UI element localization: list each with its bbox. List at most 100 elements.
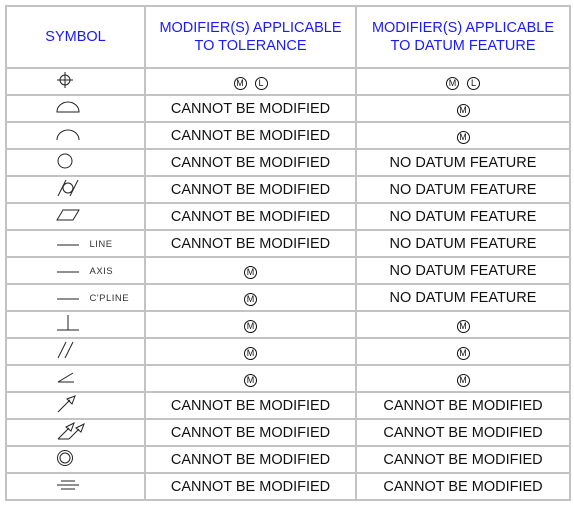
table-row: MM [5, 310, 571, 339]
symbol-cell [5, 121, 146, 150]
symmetry-icon [56, 478, 80, 492]
mmc-modifier-icon: M [244, 292, 257, 306]
profile-of-surface-icon [55, 100, 80, 114]
perpendicularity-icon [56, 314, 80, 332]
symbol-qualifier: AXIS [89, 266, 114, 277]
tolerance-cell: M [144, 283, 357, 312]
table-row: CANNOT BE MODIFIED M [5, 121, 571, 150]
symbol-cell [5, 202, 146, 231]
tolerance-text: CANNOT BE MODIFIED [170, 451, 331, 468]
symbol-cell [5, 418, 146, 447]
tolerance-modifiers: M [244, 265, 257, 279]
table-body: M L M L CANNOT BE MODIFIED M CANNOT BE MODIFIE… [5, 67, 571, 501]
datum-cell: M [355, 310, 571, 339]
tolerance-cell: CANNOT BE MODIFIED [144, 445, 357, 474]
tolerance-cell: CANNOT BE MODIFIED [144, 121, 357, 150]
tolerance-text: CANNOT BE MODIFIED [170, 181, 331, 198]
datum-cell: M [355, 337, 571, 366]
header-tolerance-line1: MODIFIER(S) APPLICABLE [159, 20, 342, 36]
tolerance-modifiers: M [244, 346, 257, 360]
header-symbol-label: SYMBOL [45, 29, 106, 45]
datum-text: NO DATUM FEATURE [389, 208, 537, 225]
table-row: CANNOT BE MODIFIED CANNOT BE MODIFIED [5, 445, 571, 474]
tolerance-text: CANNOT BE MODIFIED [170, 424, 331, 441]
symbol-cell [5, 337, 146, 366]
tolerance-modifiers: ML [233, 76, 268, 90]
mmc-modifier-icon: M [456, 130, 470, 144]
flatness-icon [55, 208, 80, 222]
lmc-modifier-icon: L [254, 76, 268, 90]
datum-cell: M [355, 364, 571, 393]
tolerance-cell: CANNOT BE MODIFIED [144, 391, 357, 420]
symbol-cell: C'PLINE [5, 283, 146, 312]
cylindricity-icon [56, 179, 80, 197]
tolerance-cell: CANNOT BE MODIFIED [144, 229, 357, 258]
mmc-modifier-icon: M [456, 346, 470, 360]
symbol-cell: AXIS [5, 256, 146, 285]
symbol-cell [5, 445, 146, 474]
tolerance-text: CANNOT BE MODIFIED [170, 478, 331, 495]
datum-text: NO DATUM FEATURE [389, 262, 537, 279]
symbol-cell [5, 148, 146, 177]
straightness-icon [56, 242, 80, 248]
table-row: AXIS M NO DATUM FEATURE [5, 256, 571, 285]
tolerance-text: CANNOT BE MODIFIED [170, 397, 331, 414]
datum-modifiers: M [456, 319, 470, 333]
table-row: C'PLINE M NO DATUM FEATURE [5, 283, 571, 312]
table-row: CANNOT BE MODIFIED NO DATUM FEATURE [5, 148, 571, 177]
tolerance-cell: M [144, 337, 357, 366]
tolerance-text: CANNOT BE MODIFIED [170, 154, 331, 171]
datum-text: CANNOT BE MODIFIED [383, 397, 543, 414]
position-icon [56, 71, 74, 89]
total-runout-icon [56, 421, 88, 441]
datum-cell: NO DATUM FEATURE [355, 148, 571, 177]
tolerance-cell: M [144, 256, 357, 285]
datum-cell: CANNOT BE MODIFIED [355, 391, 571, 420]
tolerance-cell: CANNOT BE MODIFIED [144, 94, 357, 123]
symbol-cell [5, 364, 146, 393]
tolerance-modifiers: M [244, 319, 257, 333]
tolerance-cell: M [144, 310, 357, 339]
mmc-modifier-icon: M [233, 76, 247, 90]
symbol-qualifier: LINE [89, 239, 113, 250]
concentricity-icon [56, 449, 74, 467]
mmc-modifier-icon: M [446, 76, 459, 90]
circular-runout-icon [56, 394, 80, 414]
datum-cell: CANNOT BE MODIFIED [355, 445, 571, 474]
tolerance-cell: CANNOT BE MODIFIED [144, 202, 357, 231]
tolerance-cell: CANNOT BE MODIFIED [144, 175, 357, 204]
symbol-cell [5, 391, 146, 420]
table-row: LINE CANNOT BE MODIFIED NO DATUM FEATURE [5, 229, 571, 258]
datum-cell: CANNOT BE MODIFIED [355, 418, 571, 447]
lmc-modifier-icon: L [467, 76, 480, 90]
datum-text: CANNOT BE MODIFIED [383, 451, 543, 468]
datum-cell: NO DATUM FEATURE [355, 202, 571, 231]
tolerance-text: CANNOT BE MODIFIED [170, 235, 331, 252]
tolerance-modifiers: M [244, 373, 257, 387]
mmc-modifier-icon: M [456, 103, 470, 117]
datum-cell: M [355, 94, 571, 123]
mmc-modifier-icon: M [244, 346, 257, 360]
table-row: MLML [5, 67, 571, 96]
symbol-cell: LINE [5, 229, 146, 258]
mmc-modifier-icon: M [456, 319, 470, 333]
mmc-modifier-icon: M [456, 373, 470, 387]
datum-text: NO DATUM FEATURE [389, 289, 537, 306]
angularity-icon [56, 370, 80, 384]
datum-cell: M [355, 121, 571, 150]
datum-cell: NO DATUM FEATURE [355, 256, 571, 285]
straightness-icon [56, 269, 80, 275]
table-row: CANNOT BE MODIFIED M [5, 94, 571, 123]
parallelism-icon [56, 341, 80, 359]
datum-text: CANNOT BE MODIFIED [383, 478, 543, 495]
table-row: CANNOT BE MODIFIED CANNOT BE MODIFIED [5, 472, 571, 501]
straightness-icon [56, 296, 80, 302]
datum-modifiers: ML [446, 76, 480, 90]
table-row: MM [5, 337, 571, 366]
header-datum-line2: TO DATUM FEATURE [390, 38, 536, 54]
datum-cell: ML [355, 67, 571, 96]
symbol-cell [5, 94, 146, 123]
header-tolerance-line2: TO TOLERANCE [194, 38, 307, 54]
datum-modifiers: M [456, 373, 470, 387]
datum-modifiers: M [456, 103, 470, 117]
